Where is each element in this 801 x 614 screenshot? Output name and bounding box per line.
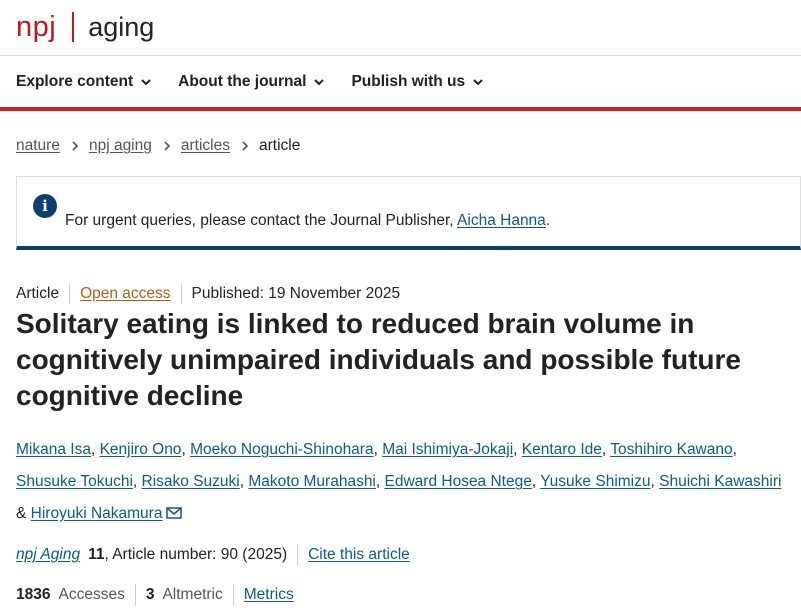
chevron-right-icon bbox=[72, 141, 79, 151]
altmetric-count: 3 bbox=[145, 586, 155, 603]
chevron-down-icon bbox=[473, 78, 483, 85]
breadcrumb-articles[interactable]: articles bbox=[181, 137, 230, 155]
article-meta: Article Open access Published: 19 Novemb… bbox=[16, 284, 400, 304]
chevron-down-icon bbox=[141, 78, 151, 85]
accesses-label: Accesses bbox=[58, 586, 125, 603]
cite-this-article-link[interactable]: Cite this article bbox=[308, 546, 410, 564]
breadcrumb-npj-aging[interactable]: npj aging bbox=[89, 137, 152, 155]
author-link[interactable]: Shusuke Tokuchi bbox=[16, 473, 133, 490]
article-metrics: 1836 Accesses 3 Altmetric Metrics bbox=[16, 584, 294, 606]
author-link[interactable]: Toshihiro Kawano bbox=[610, 441, 732, 458]
publisher-contact-link[interactable]: Aicha Hanna bbox=[457, 212, 546, 229]
metrics-divider bbox=[134, 584, 136, 606]
logo-journal-text: aging bbox=[88, 12, 155, 42]
nav-label: Publish with us bbox=[351, 72, 466, 90]
site-header: npj aging bbox=[0, 0, 801, 56]
logo-divider bbox=[72, 12, 75, 42]
citation-divider bbox=[297, 544, 299, 566]
breadcrumb-current: article bbox=[258, 137, 301, 154]
main-nav: Explore content About the journal Publis… bbox=[0, 56, 801, 111]
chevron-down-icon bbox=[314, 78, 325, 85]
author-link[interactable]: Kenjiro Ono bbox=[100, 441, 182, 458]
article-title: Solitary eating is linked to reduced bra… bbox=[16, 308, 742, 411]
alert-message: For urgent queries, please contact the J… bbox=[65, 212, 550, 230]
author-link[interactable]: Mikana Isa bbox=[16, 441, 91, 458]
author-link[interactable]: Hiroyuki Nakamura bbox=[31, 505, 163, 522]
breadcrumb: nature npj aging articles article bbox=[16, 137, 300, 155]
alert-text-after: . bbox=[545, 212, 551, 229]
metrics-divider bbox=[232, 584, 234, 606]
journal-volume: 11 bbox=[88, 546, 105, 563]
author-link[interactable]: Kentaro Ide bbox=[522, 441, 602, 458]
altmetric-label: Altmetric bbox=[162, 586, 223, 603]
email-icon[interactable] bbox=[166, 507, 183, 519]
nav-label: Explore content bbox=[16, 72, 134, 90]
chevron-right-icon bbox=[242, 141, 249, 151]
author-link[interactable]: Moeko Noguchi-Shinohara bbox=[190, 441, 374, 458]
author-list: Mikana Isa, Kenjiro Ono, Moeko Noguchi-S… bbox=[16, 441, 782, 522]
logo-npj-text: npj bbox=[16, 11, 57, 43]
breadcrumb-nature[interactable]: nature bbox=[16, 137, 60, 155]
open-access-link[interactable]: Open access bbox=[80, 285, 170, 303]
citation-line: npj Aging 11 , Article number: 90 (2025)… bbox=[16, 544, 410, 566]
alert-text-before: For urgent queries, please contact the J… bbox=[65, 212, 458, 229]
author-link[interactable]: Risako Suzuki bbox=[142, 473, 240, 490]
chevron-right-icon bbox=[164, 141, 171, 151]
journal-logo[interactable]: npj aging bbox=[16, 12, 154, 42]
info-alert: i For urgent queries, please contact the… bbox=[16, 176, 801, 250]
nav-label: About the journal bbox=[178, 72, 307, 90]
article-number: , Article number: 90 (2025) bbox=[104, 546, 288, 563]
metrics-link[interactable]: Metrics bbox=[244, 586, 294, 604]
nav-explore-content[interactable]: Explore content bbox=[16, 73, 152, 91]
published-date: Published: 19 November 2025 bbox=[191, 285, 401, 302]
journal-name-link[interactable]: npj Aging bbox=[16, 546, 80, 564]
author-link[interactable]: Mai Ishimiya-Jokaji bbox=[382, 441, 513, 458]
meta-divider bbox=[69, 284, 71, 304]
author-link[interactable]: Edward Hosea Ntege bbox=[385, 473, 532, 490]
nav-about-journal[interactable]: About the journal bbox=[178, 73, 325, 91]
nav-publish-with-us[interactable]: Publish with us bbox=[351, 73, 484, 91]
accesses-count: 1836 bbox=[16, 586, 51, 603]
author-link[interactable]: Shuichi Kawashiri bbox=[659, 473, 781, 490]
author-link[interactable]: Makoto Murahashi bbox=[248, 473, 376, 490]
info-icon: i bbox=[33, 194, 57, 218]
article-type: Article bbox=[16, 285, 60, 302]
author-link[interactable]: Yusuke Shimizu bbox=[540, 473, 650, 490]
meta-divider bbox=[180, 284, 182, 304]
